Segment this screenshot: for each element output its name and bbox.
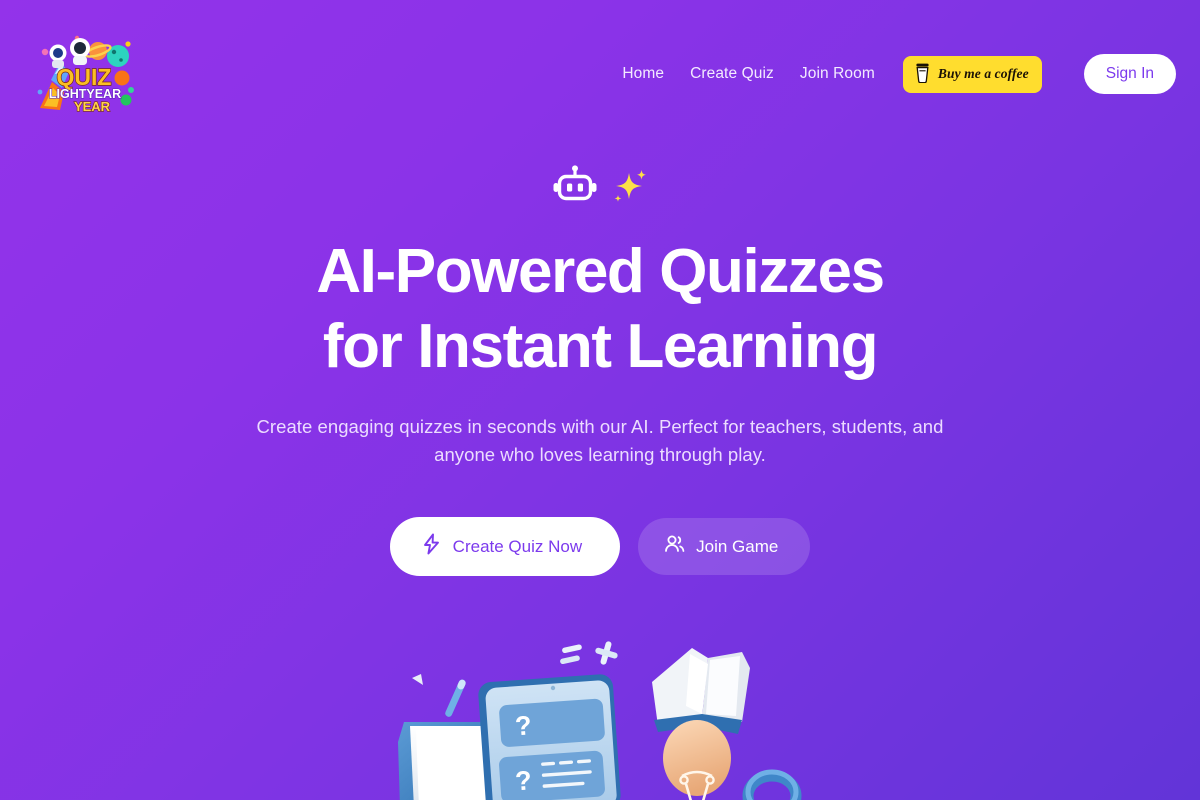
triangle-confetti xyxy=(412,674,423,685)
nav-link-create-quiz[interactable]: Create Quiz xyxy=(690,65,774,83)
create-quiz-now-label: Create Quiz Now xyxy=(452,536,583,556)
hero-subtitle: Create engaging quizzes in seconds with … xyxy=(256,416,944,465)
main-navigation: Home Create Quiz Join Room Buy me a coff… xyxy=(622,54,1176,94)
question-mark-2: ? xyxy=(514,765,533,796)
open-book-right xyxy=(652,648,750,734)
plus-symbol xyxy=(595,641,618,665)
question-mark-1: ? xyxy=(514,710,533,741)
logo-quiz-lightyear[interactable]: QUIZ LIGHTYEAR YEAR xyxy=(30,30,138,116)
hero-icon-group xyxy=(0,164,1200,214)
join-game-button[interactable]: Join Game xyxy=(638,518,811,575)
buy-me-a-coffee-button[interactable]: Buy me a coffee xyxy=(902,55,1042,93)
logo-word-year: YEAR xyxy=(74,99,111,114)
hero-title-line-2: for Instant Learning xyxy=(322,312,879,381)
lightning-bolt-icon xyxy=(422,533,441,560)
blue-ring xyxy=(742,769,802,800)
open-book-left xyxy=(398,722,499,800)
nav-link-home[interactable]: Home xyxy=(622,65,664,83)
page-title: AI-Powered Quizzes for Instant Learning xyxy=(0,234,1200,384)
hero-cta-group: Create Quiz Now Join Game xyxy=(0,517,1200,576)
robot-icon xyxy=(552,164,598,214)
create-quiz-now-button[interactable]: Create Quiz Now xyxy=(389,517,621,576)
sparkle-icon xyxy=(610,167,648,212)
logo-icon: QUIZ LIGHTYEAR YEAR xyxy=(37,35,134,115)
site-header: QUIZ LIGHTYEAR YEAR Home Create Quiz Joi… xyxy=(0,0,1200,140)
lightbulb xyxy=(663,720,731,800)
nav-link-join-room[interactable]: Join Room xyxy=(800,65,875,83)
users-icon xyxy=(664,534,685,559)
equals-symbol xyxy=(560,644,582,665)
pencil xyxy=(445,679,466,717)
sign-in-button[interactable]: Sign In xyxy=(1083,54,1176,94)
coffee-button-label: Buy me a coffee xyxy=(937,66,1029,81)
3d-learning-illustration: ? ? xyxy=(390,630,810,800)
join-game-label: Join Game xyxy=(696,536,779,556)
coffee-cup-icon xyxy=(914,63,931,86)
quiz-tablet-card: ? ? xyxy=(478,674,621,800)
hero-title-line-1: AI-Powered Quizzes xyxy=(316,237,885,306)
